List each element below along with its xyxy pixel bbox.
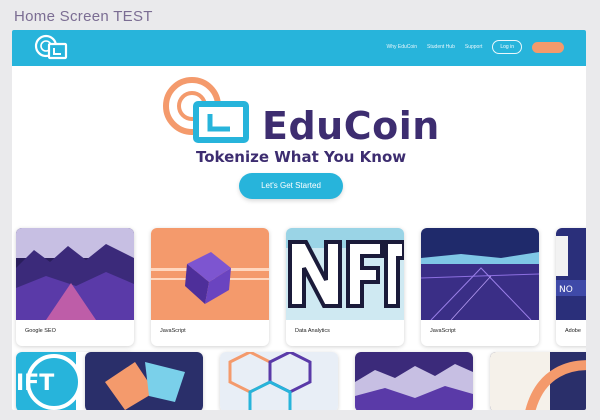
nav-link-support[interactable]: Support — [465, 44, 483, 50]
purple-cube-thumbnail — [151, 228, 269, 320]
dark-blue-landscape-thumbnail — [421, 228, 539, 320]
login-button[interactable]: Log in — [492, 40, 522, 54]
purple-skyline-thumbnail — [355, 352, 473, 410]
svg-text:IFT: IFT — [16, 371, 54, 396]
home-screen: Why EduCoin Student Hub Support Log in E… — [12, 30, 586, 410]
course-title: JavaScript — [160, 328, 186, 334]
top-nav-bar: Why EduCoin Student Hub Support Log in — [12, 30, 586, 66]
course-title: Data Analytics — [295, 328, 330, 334]
course-card[interactable]: NO Adobe — [556, 228, 586, 346]
course-card[interactable] — [490, 352, 586, 410]
orange-arc-thumbnail — [490, 352, 586, 410]
course-card[interactable]: JavaScript — [421, 228, 539, 346]
course-title: JavaScript — [430, 328, 456, 334]
brand-tagline: Tokenize What You Know — [196, 148, 407, 166]
course-card[interactable]: Data Analytics — [286, 228, 404, 346]
signup-button[interactable] — [532, 41, 564, 53]
orange-shapes-thumbnail — [85, 352, 203, 410]
nav-link-student-hub[interactable]: Student Hub — [427, 44, 455, 50]
course-card[interactable] — [220, 352, 338, 410]
educoin-logo-icon[interactable] — [32, 33, 72, 63]
course-card[interactable] — [355, 352, 473, 410]
course-card[interactable] — [85, 352, 203, 410]
frame-title: Home Screen TEST — [14, 8, 153, 25]
get-started-button[interactable]: Let's Get Started — [239, 173, 343, 199]
course-card[interactable]: JavaScript — [151, 228, 269, 346]
course-title: Google SEO — [25, 328, 56, 334]
hexagon-pattern-thumbnail — [220, 352, 338, 410]
nft-no-letters-thumbnail: NO — [556, 228, 586, 320]
brand-title: EduCoin — [262, 104, 440, 148]
purple-mountains-thumbnail — [16, 228, 134, 320]
course-title: Adobe — [565, 328, 581, 334]
svg-text:NO: NO — [559, 285, 573, 295]
nft-letters-thumbnail — [286, 228, 404, 320]
nav-link-why-educoin[interactable]: Why EduCoin — [386, 44, 417, 50]
course-card[interactable]: Google SEO — [16, 228, 134, 346]
